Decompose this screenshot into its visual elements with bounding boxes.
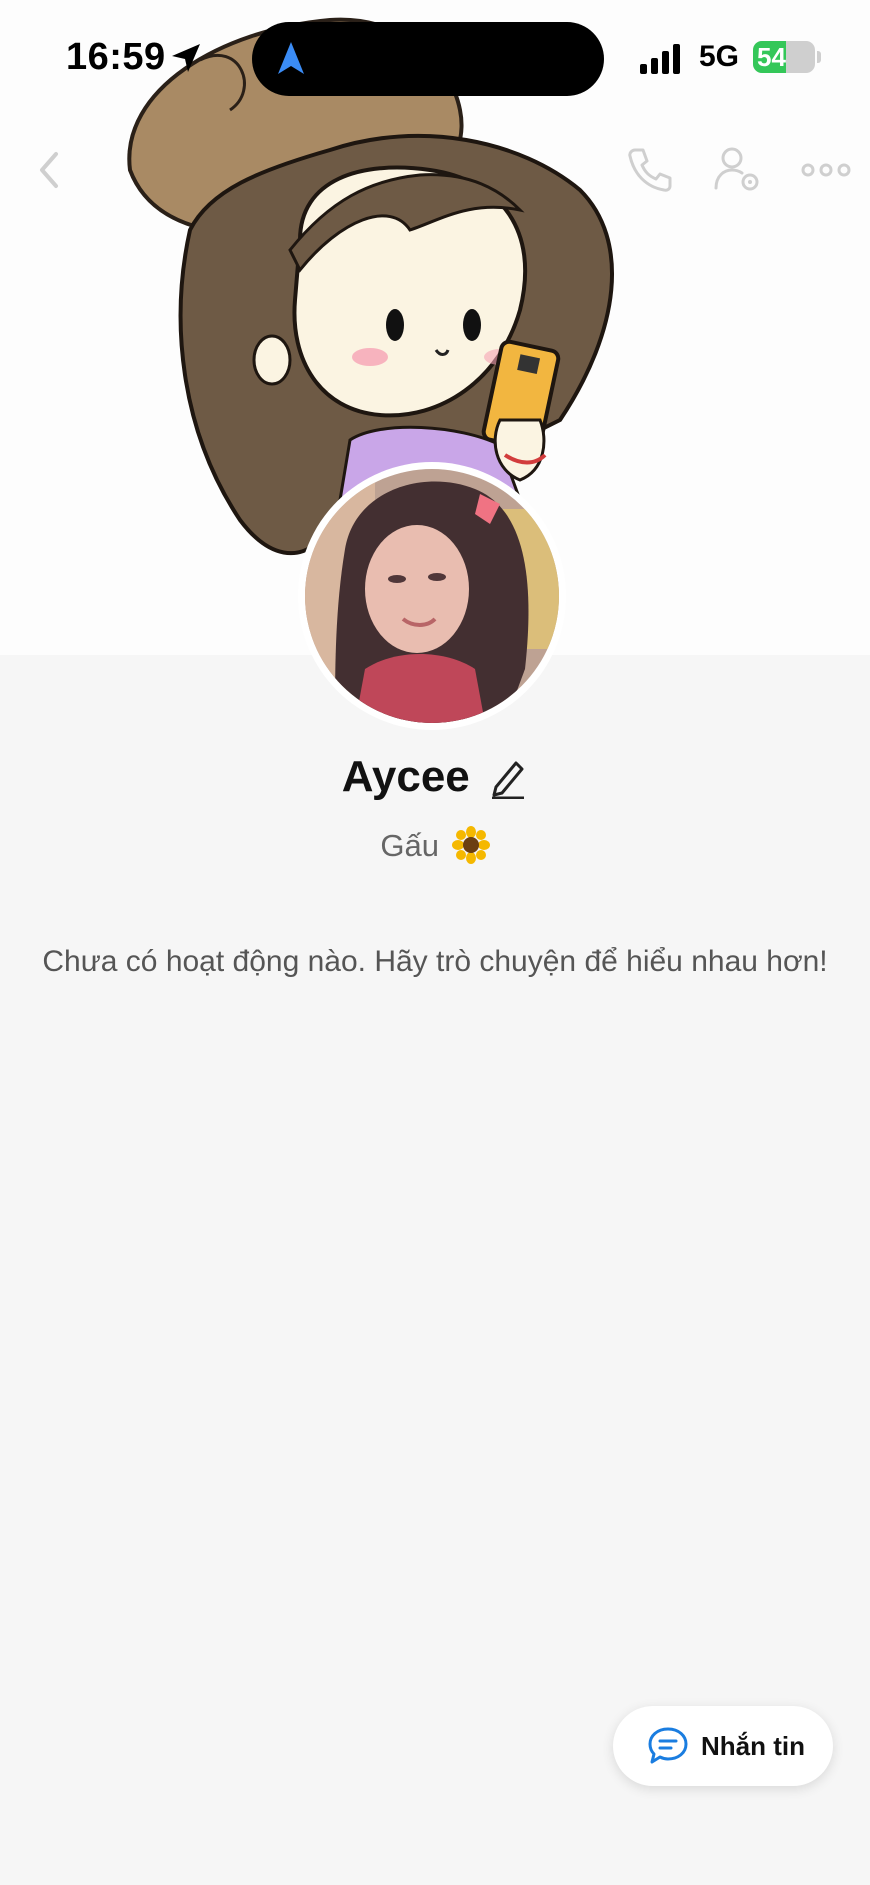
empty-activity-message: Chưa có hoạt động nào. Hãy trò chuyện để… xyxy=(42,945,828,978)
profile-name: Aycee xyxy=(341,752,470,801)
avatar[interactable] xyxy=(298,462,566,730)
battery-icon: 54 xyxy=(753,41,815,73)
navigation-arrow-icon xyxy=(278,42,304,74)
network-type: 5G xyxy=(699,40,740,73)
location-arrow-icon xyxy=(172,44,200,72)
profile-name-row: Aycee xyxy=(0,752,870,802)
chevron-left-icon[interactable] xyxy=(20,140,80,200)
bio-text: Gấu xyxy=(380,828,439,863)
sunflower-icon xyxy=(451,825,490,864)
more-dots-icon[interactable] xyxy=(796,140,856,200)
profile-bio: Gấu xyxy=(0,825,870,864)
pencil-icon[interactable] xyxy=(488,755,528,799)
battery-cap xyxy=(817,51,821,63)
status-time: 16:59 xyxy=(66,36,166,78)
phone-icon[interactable] xyxy=(618,140,678,200)
avatar-photo xyxy=(305,469,559,723)
cellular-signal-icon xyxy=(640,44,680,74)
message-button-label: Nhắn tin xyxy=(701,1730,805,1761)
dynamic-island xyxy=(252,22,604,96)
battery-level: 54 xyxy=(757,42,786,72)
status-bar: 16:59 5G 54 xyxy=(0,0,870,120)
user-settings-icon[interactable] xyxy=(708,140,768,200)
message-button[interactable]: Nhắn tin xyxy=(613,1706,833,1786)
chat-bubble-icon xyxy=(648,1727,688,1764)
